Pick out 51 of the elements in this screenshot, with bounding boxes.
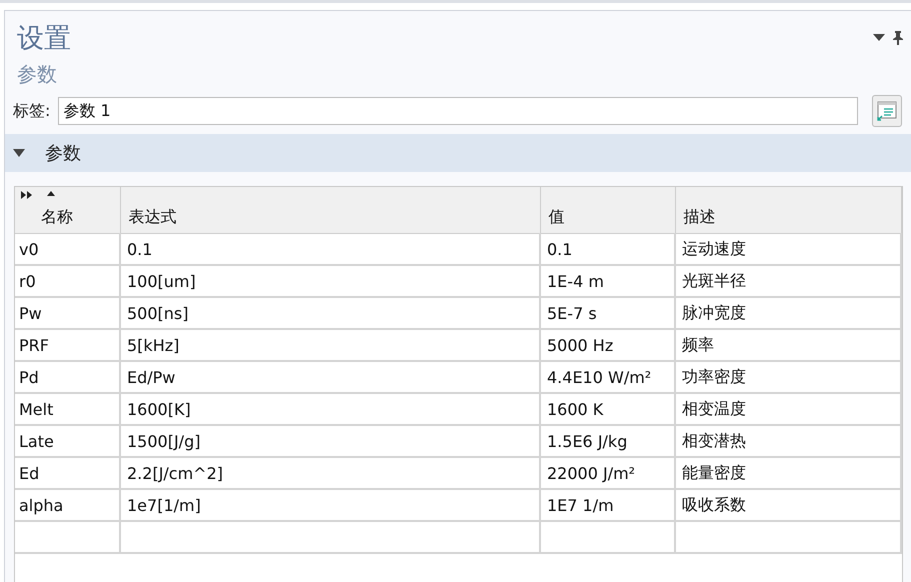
panel-title: 设置 (17, 22, 71, 56)
sort-icon (47, 191, 55, 196)
table-cell: Ed (15, 457, 120, 489)
column-header[interactable]: 表达式 (120, 187, 540, 234)
pin-icon[interactable] (893, 31, 903, 45)
table-cell: v0 (15, 234, 120, 265)
table-cell: PRF (15, 329, 120, 361)
table-cell: alpha (15, 489, 120, 521)
table-cell: 相变潜热 (675, 425, 901, 457)
column-header[interactable]: 值 (540, 187, 675, 234)
table-cell: r0 (15, 265, 120, 297)
table-cell: 功率密度 (675, 361, 901, 393)
table-cell: 1E-4 m (540, 265, 675, 297)
table-cell: 5[kHz] (120, 329, 540, 361)
table-cell: 22000 J/m² (540, 457, 675, 489)
table-cell: Pw (15, 297, 120, 329)
table-cell: 1.5E6 J/kg (540, 425, 675, 457)
note-button[interactable] (872, 95, 902, 127)
table-cell: 500[ns] (120, 297, 540, 329)
column-header[interactable]: 名称 (15, 187, 120, 234)
table-cell: 相变温度 (675, 393, 901, 425)
table-cell: 光斑半径 (675, 265, 901, 297)
table-cell: 吸收系数 (675, 489, 901, 521)
section-header[interactable]: 参数 (5, 134, 911, 172)
table-cell: 脉冲宽度 (675, 297, 901, 329)
table-cell: 1500[J/g] (120, 425, 540, 457)
table-cell: 运动速度 (675, 234, 901, 265)
table-cell: 100[um] (120, 265, 540, 297)
panel-subtitle: 参数 (17, 61, 58, 88)
column-header[interactable]: 描述 (675, 187, 901, 234)
label-caption: 标签: (13, 100, 50, 122)
table-cell: Late (15, 425, 120, 457)
expand-icon[interactable] (21, 191, 33, 199)
table-cell: 1600[K] (120, 393, 540, 425)
table-cell: 能量密度 (675, 457, 901, 489)
table-cell: Ed/Pw (120, 361, 540, 393)
table-cell: 5E-7 s (540, 297, 675, 329)
label-input[interactable]: 参数 1 (58, 97, 858, 125)
table-cell: 2.2[J/cm^2] (120, 457, 540, 489)
table-cell: 0.1 (540, 234, 675, 265)
table-cell: Pd (15, 361, 120, 393)
table-cell: 4.4E10 W/m² (540, 361, 675, 393)
table-cell: 0.1 (120, 234, 540, 265)
table-cell: 频率 (675, 329, 901, 361)
caret-icon (13, 149, 25, 157)
table-cell: Melt (15, 393, 120, 425)
table-cell: 5000 Hz (540, 329, 675, 361)
dropdown-icon[interactable] (873, 34, 885, 42)
table-cell: 1600 K (540, 393, 675, 425)
table-cell: 1e7[1/m] (120, 489, 540, 521)
table-cell: 1E7 1/m (540, 489, 675, 521)
